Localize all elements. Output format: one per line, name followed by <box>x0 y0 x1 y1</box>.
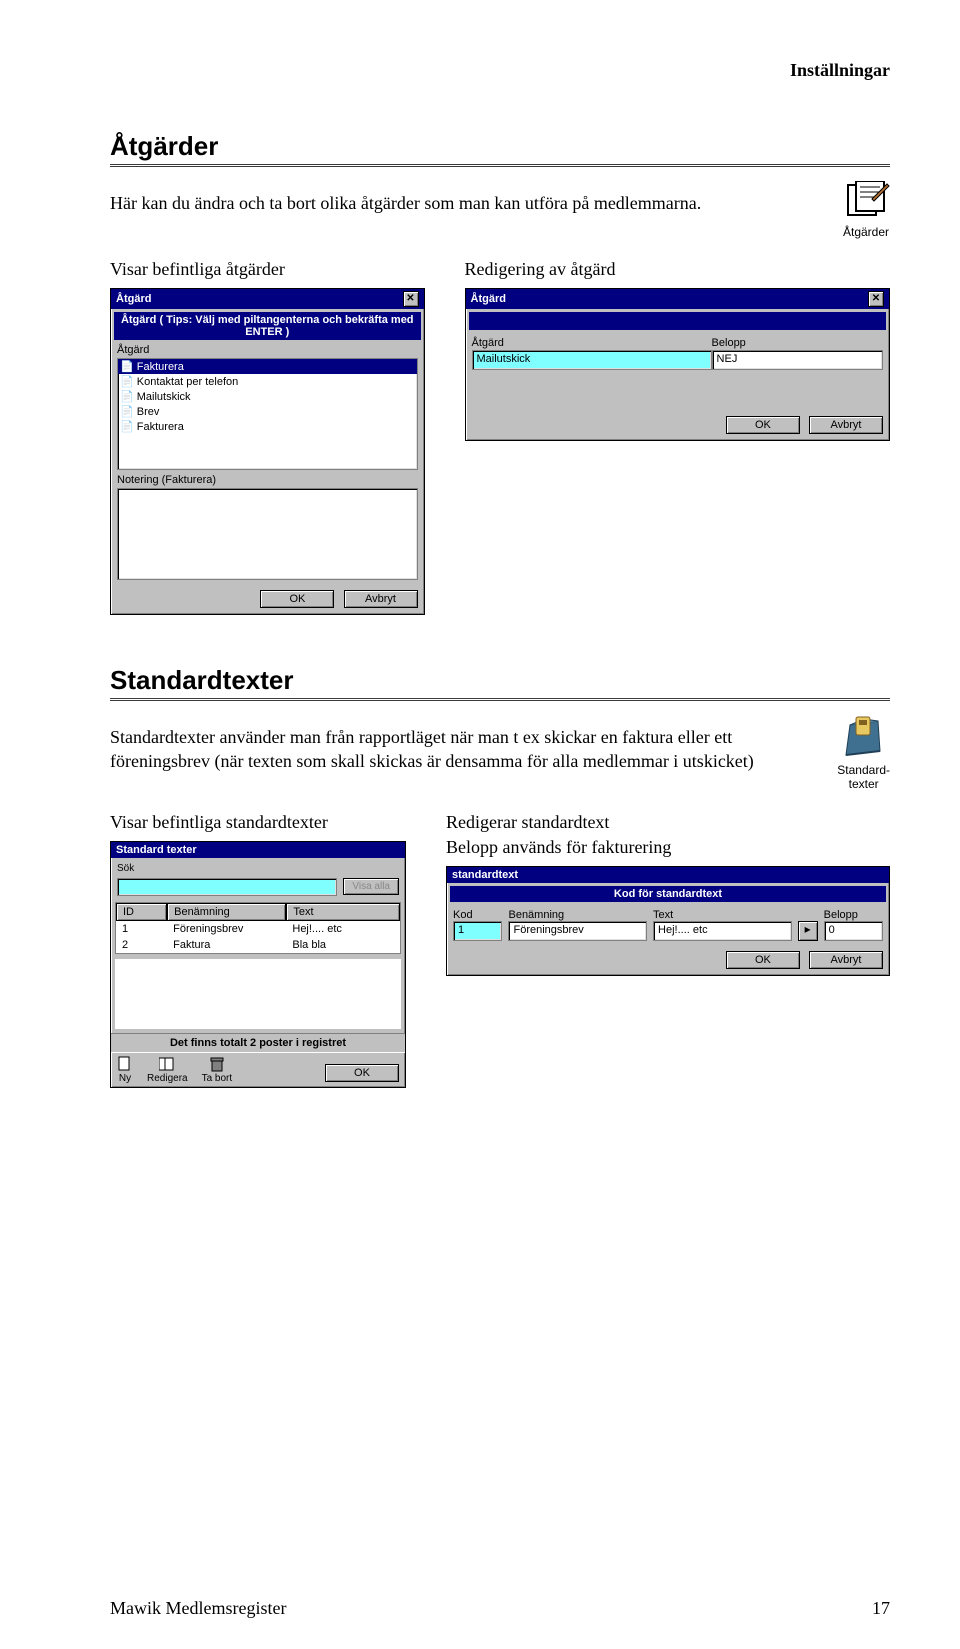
belopp-input[interactable]: NEJ <box>712 350 883 370</box>
ok-button[interactable]: OK <box>726 416 800 434</box>
list-item[interactable]: 📄 Kontaktat per telefon <box>118 374 417 389</box>
caption-left-2: Visar befintliga standardtexter <box>110 812 406 833</box>
cell: 2 <box>116 937 167 953</box>
empty-area <box>115 958 401 1029</box>
footer-left: Mawik Medlemsregister <box>110 1598 286 1619</box>
cell: Faktura <box>167 937 286 953</box>
cancel-button[interactable]: Avbryt <box>809 951 883 969</box>
cell: Hej!.... etc <box>286 921 400 937</box>
atgard-listbox[interactable]: 📄 Fakturera 📄 Kontaktat per telefon 📄 Ma… <box>117 358 418 470</box>
atgarder-icon-label: Åtgärder <box>843 225 889 239</box>
page-header: Inställningar <box>110 60 890 81</box>
dialog-atgard-list: Åtgärd ✕ Åtgärd ( Tips: Välj med piltang… <box>110 288 425 615</box>
standardtext-table: ID Benämning Text 1 Föreningsbrev Hej!..… <box>115 902 401 954</box>
search-input[interactable] <box>117 878 337 896</box>
close-icon[interactable]: ✕ <box>403 291 419 307</box>
field-label-belopp: Belopp <box>712 337 883 349</box>
cell: Bla bla <box>286 937 400 953</box>
ok-button[interactable]: OK <box>726 951 800 969</box>
dialog-atgard-edit: Åtgärd ✕ Åtgärd Mailutskick Belopp NEJ <box>465 288 891 441</box>
benamning-input[interactable]: Föreningsbrev <box>508 921 647 941</box>
standardtexter-icon-label: Standard- texter <box>837 763 890 791</box>
list-item[interactable]: 📄 Fakturera <box>118 359 417 374</box>
caption-right-2b: Belopp används för fakturering <box>446 837 890 858</box>
dlg-title: Åtgärd <box>471 293 506 305</box>
belopp-input[interactable]: 0 <box>824 921 883 941</box>
standardtexter-icon: Standard- texter <box>837 715 890 791</box>
list-label: Åtgärd <box>117 344 418 356</box>
note-label: Notering (Fakturera) <box>117 474 418 486</box>
ok-button[interactable]: OK <box>325 1064 399 1082</box>
new-button[interactable]: Ny <box>117 1056 133 1084</box>
heading-atgarder: Åtgärder <box>110 131 890 162</box>
dialog-standardtexter-list: Standard texter Sök Visa alla ID Benämni… <box>110 841 406 1088</box>
text-input[interactable]: Hej!.... etc <box>653 921 792 941</box>
divider <box>110 698 890 701</box>
kod-input[interactable]: 1 <box>453 921 502 941</box>
search-label: Sök <box>117 863 134 874</box>
dlg-title: standardtext <box>452 869 518 881</box>
note-textarea[interactable] <box>117 488 418 580</box>
status-bar: Det finns totalt 2 poster i registret <box>111 1033 405 1052</box>
delete-button[interactable]: Ta bort <box>202 1056 233 1084</box>
dlg-title: Standard texter <box>116 844 197 856</box>
table-row[interactable]: 1 Föreningsbrev Hej!.... etc <box>116 921 400 937</box>
caption-right-1: Redigering av åtgärd <box>465 259 891 280</box>
dlg-title: Åtgärd <box>116 293 151 305</box>
heading-standardtexter: Standardtexter <box>110 665 890 696</box>
close-icon[interactable]: ✕ <box>868 291 884 307</box>
page-number: 17 <box>872 1598 890 1619</box>
cancel-button[interactable]: Avbryt <box>809 416 883 434</box>
col-header[interactable]: Text <box>286 903 400 921</box>
show-all-button[interactable]: Visa alla <box>343 878 399 895</box>
caption-right-2a: Redigerar standardtext <box>446 812 890 833</box>
divider <box>110 164 890 167</box>
col-header[interactable]: ID <box>116 903 167 921</box>
dlg-subtitle: Åtgärd ( Tips: Välj med piltangenterna o… <box>114 312 421 340</box>
section-desc: Här kan du ändra och ta bort olika åtgär… <box>110 191 812 215</box>
cell: Föreningsbrev <box>167 921 286 937</box>
dlg-subtitle: Kod för standardtext <box>450 886 886 902</box>
dlg-subtitle <box>469 312 887 330</box>
dialog-standardtext-edit: standardtext Kod för standardtext Kod 1 … <box>446 866 890 976</box>
field-label-atgard: Åtgärd <box>472 337 712 349</box>
list-item[interactable]: 📄 Mailutskick <box>118 389 417 404</box>
field-label-text: Text <box>653 909 792 921</box>
cell: 1 <box>116 921 167 937</box>
atgard-input[interactable]: Mailutskick <box>472 350 712 370</box>
list-item[interactable]: 📄 Fakturera <box>118 419 417 434</box>
table-row[interactable]: 2 Faktura Bla bla <box>116 937 400 953</box>
section-desc: Standardtexter använder man från rapport… <box>110 725 807 774</box>
edit-button[interactable]: Redigera <box>147 1056 188 1084</box>
expand-text-button[interactable]: ▸ <box>798 921 818 941</box>
atgarder-icon: Åtgärder <box>842 181 890 239</box>
caption-left-1: Visar befintliga åtgärder <box>110 259 425 280</box>
col-header[interactable]: Benämning <box>167 903 286 921</box>
field-label-kod: Kod <box>453 909 502 921</box>
field-label-belopp: Belopp <box>824 909 883 921</box>
list-item[interactable]: 📄 Brev <box>118 404 417 419</box>
ok-button[interactable]: OK <box>260 590 334 608</box>
field-label-benamning: Benämning <box>508 909 647 921</box>
cancel-button[interactable]: Avbryt <box>344 590 418 608</box>
